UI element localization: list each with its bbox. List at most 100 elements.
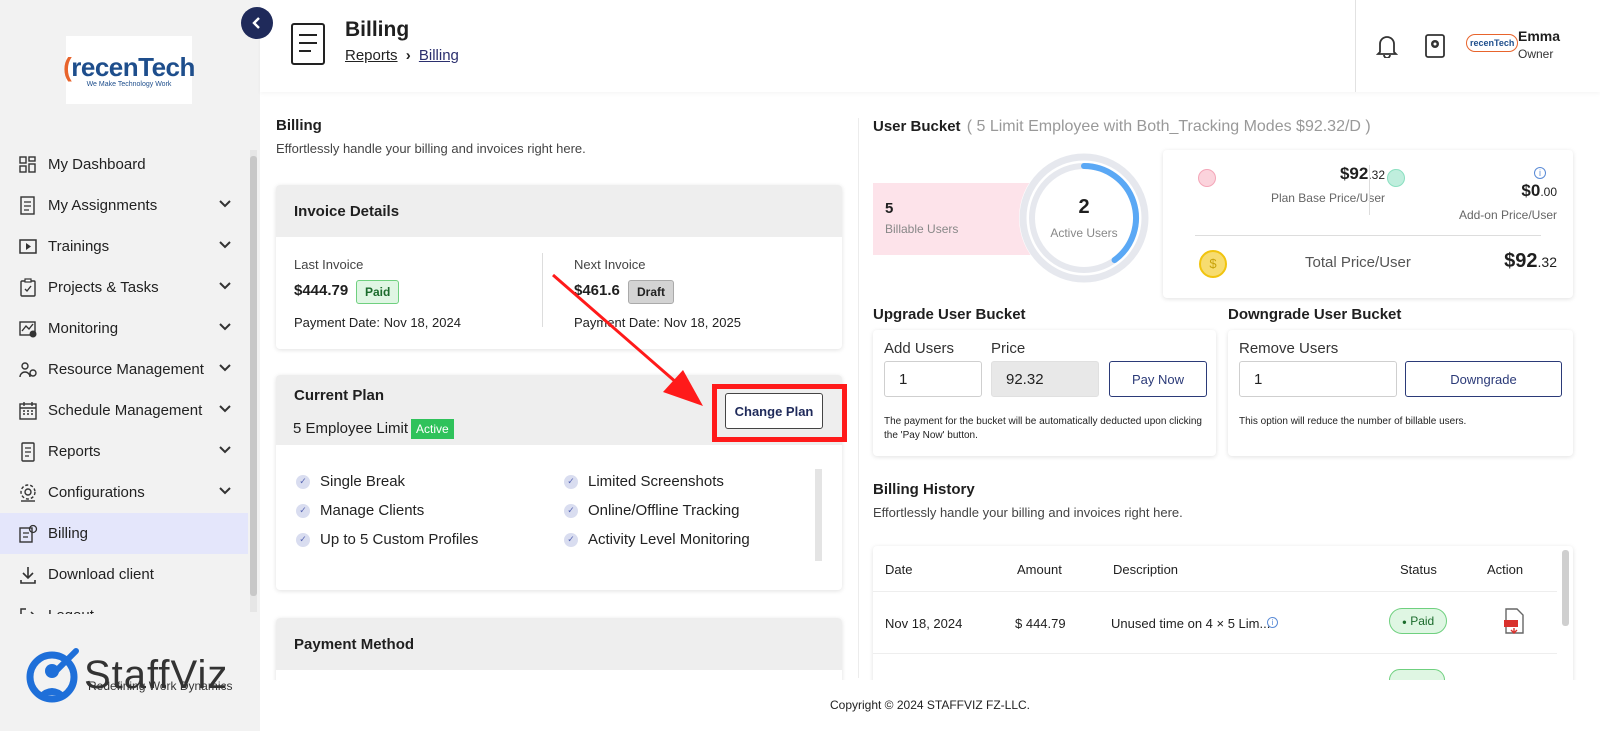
sidebar-item-my-assignments[interactable]: My Assignments <box>0 185 248 226</box>
settings-book-icon[interactable] <box>1424 34 1446 63</box>
upgrade-bucket-card: Add Users Price 1 92.32 Pay Now The paym… <box>873 330 1216 456</box>
downgrade-button[interactable]: Downgrade <box>1405 361 1562 397</box>
pay-now-button[interactable]: Pay Now <box>1109 361 1207 397</box>
dashboard-icon <box>18 155 38 175</box>
sidebar-item-download-client[interactable]: Download client <box>0 554 248 595</box>
plan-feature-label: Online/Offline Tracking <box>588 502 740 519</box>
chevron-down-icon[interactable] <box>218 238 232 256</box>
resource-icon <box>18 360 38 380</box>
breadcrumb-separator-icon: › <box>405 47 411 64</box>
sidebar-item-projects-tasks[interactable]: Projects & Tasks <box>0 267 248 308</box>
logo-tagline: We Make Technology Work <box>86 81 172 88</box>
row-date: Nov 18, 2024 <box>885 616 963 631</box>
chevron-down-icon[interactable] <box>218 484 232 502</box>
sidebar-item-resource-management[interactable]: Resource Management <box>0 349 248 390</box>
plan-feature-label: Manage Clients <box>320 502 425 519</box>
addon-price-cents: .00 <box>1540 185 1557 199</box>
billing-page-icon <box>291 23 325 65</box>
plan-feature-label: Activity Level Monitoring <box>588 531 750 548</box>
total-price: $92.32 <box>1463 250 1557 273</box>
check-icon: ✓ <box>296 532 310 547</box>
features-scrollbar[interactable] <box>815 469 822 561</box>
plan-feature-label: Limited Screenshots <box>588 473 724 490</box>
pdf-download-icon[interactable] <box>1503 608 1525 634</box>
addon-price: $0.00 <box>1449 181 1557 201</box>
sidebar-item-label: Trainings <box>48 238 110 255</box>
company-avatar[interactable]: recenTech <box>1466 34 1519 52</box>
column-date: Date <box>885 562 913 577</box>
price-field: 92.32 <box>991 361 1099 397</box>
table-scrollbar[interactable] <box>1562 550 1569 626</box>
sidebar-item-reports[interactable]: Reports <box>0 431 248 472</box>
chevron-down-icon[interactable] <box>218 197 232 215</box>
bell-icon[interactable] <box>1375 34 1399 63</box>
add-users-label: Add Users <box>884 340 955 357</box>
billable-users-label: Billable Users <box>885 222 959 236</box>
billing-history-table-card: Date Amount Description Status Action No… <box>873 546 1573 686</box>
status-dot-icon: ● <box>1402 617 1407 627</box>
sidebar-item-label: My Assignments <box>48 197 158 214</box>
sidebar-item-billing[interactable]: Billing <box>0 513 248 554</box>
sidebar-item-configurations[interactable]: Configurations <box>0 472 248 513</box>
remove-users-input[interactable]: 1 <box>1239 361 1397 397</box>
plan-base-price-icon <box>1198 169 1216 187</box>
chevron-down-icon[interactable] <box>218 320 232 338</box>
add-users-input[interactable]: 1 <box>884 361 982 397</box>
current-plan-title: Current Plan <box>294 387 385 404</box>
chevron-down-icon[interactable] <box>218 279 232 297</box>
check-icon: ✓ <box>564 503 578 518</box>
total-price-label: Total Price/User <box>1305 254 1411 271</box>
column-description: Description <box>1113 562 1179 577</box>
active-users-label: Active Users <box>1050 226 1118 240</box>
active-users-count: 2 <box>1078 196 1090 218</box>
chevron-down-icon[interactable] <box>218 443 232 461</box>
check-icon: ✓ <box>296 503 310 518</box>
projects-icon <box>18 277 38 298</box>
billable-users-count: 5 <box>885 200 894 217</box>
check-icon: ✓ <box>564 532 578 547</box>
plan-base-price-label: Plan Base Price/User <box>1270 191 1385 205</box>
sidebar-item-label: Schedule Management <box>48 402 203 419</box>
sidebar-item-label: My Dashboard <box>48 156 146 173</box>
row-description: Unused time on 4 × 5 Lim... <box>1111 616 1271 631</box>
chevron-down-icon[interactable] <box>218 402 232 420</box>
sidebar: (recenTech We Make Technology Work My Da… <box>0 0 260 731</box>
breadcrumb-billing-link[interactable]: Billing <box>419 47 459 64</box>
addon-info-icon[interactable]: i <box>1534 167 1546 179</box>
addon-price-icon <box>1387 169 1405 187</box>
sidebar-item-monitoring[interactable]: Monitoring <box>0 308 248 349</box>
schedule-icon <box>18 401 38 421</box>
staffviz-logo-icon <box>26 648 79 703</box>
sidebar-item-logout[interactable]: Logout <box>0 595 248 614</box>
price-label: Price <box>991 340 1026 357</box>
download-icon <box>18 565 38 585</box>
plan-feature: ✓ Manage Clients <box>296 502 424 519</box>
billable-users-box: 5 Billable Users <box>873 183 1038 255</box>
sidebar-scrollbar-thumb[interactable] <box>250 156 257 596</box>
sidebar-item-label: Configurations <box>48 484 145 501</box>
user-bucket-detail: ( 5 Limit Employee with Both_Tracking Mo… <box>966 118 1371 135</box>
check-icon: ✓ <box>564 474 578 489</box>
brand-tagline: Redefining Work Dynamics <box>88 679 233 693</box>
user-name[interactable]: Emma <box>1518 28 1560 44</box>
remove-users-label: Remove Users <box>1239 340 1339 357</box>
sidebar-item-trainings[interactable]: Trainings <box>0 226 248 267</box>
plan-base-price-cents: .32 <box>1368 168 1385 182</box>
change-plan-highlight-box <box>712 384 847 442</box>
reports-icon <box>18 441 38 462</box>
chevron-down-icon[interactable] <box>218 361 232 379</box>
total-price-cents: .32 <box>1537 254 1557 270</box>
collapse-sidebar-button[interactable] <box>241 7 273 39</box>
plan-feature: ✓ Single Break <box>296 473 405 490</box>
sidebar-item-my-dashboard[interactable]: My Dashboard <box>0 144 248 185</box>
plan-feature: ✓ Activity Level Monitoring <box>564 531 750 548</box>
invoice-details-title: Invoice Details <box>276 185 842 237</box>
description-info-icon[interactable]: i <box>1267 617 1278 628</box>
annotation-arrow-icon <box>552 273 703 406</box>
logo-text: recenTech <box>71 52 195 82</box>
addon-price-label: Add-on Price/User <box>1458 208 1557 222</box>
breadcrumb-reports-link[interactable]: Reports <box>345 47 398 64</box>
sidebar-item-schedule-management[interactable]: Schedule Management <box>0 390 248 431</box>
plan-base-price-main: $92 <box>1339 164 1369 183</box>
sidebar-item-label: Reports <box>48 443 101 460</box>
